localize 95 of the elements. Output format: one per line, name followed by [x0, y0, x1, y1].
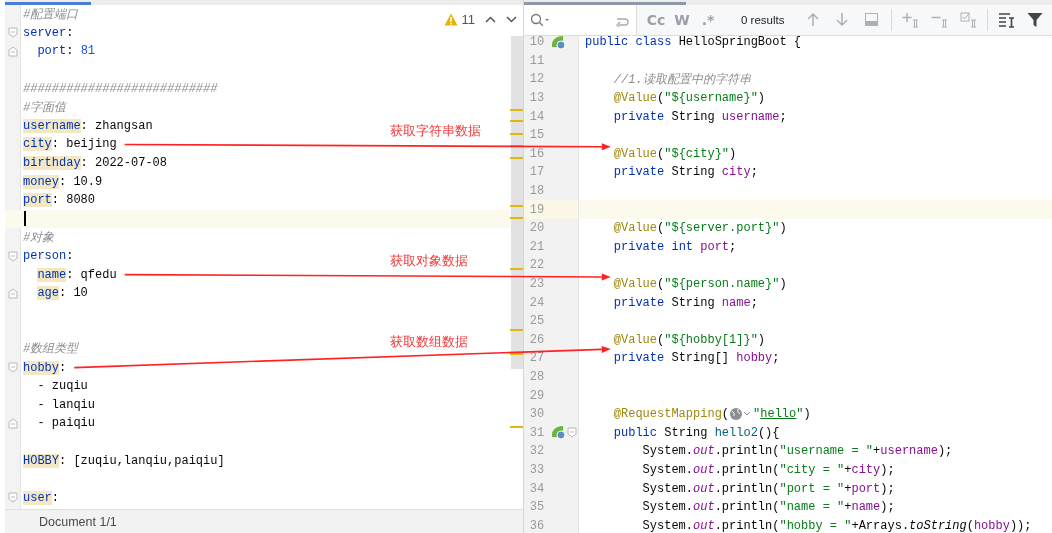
code-line: System.out.println("city = "+city); — [641, 462, 895, 477]
code-line: @Value("${person.name}") — [612, 277, 787, 291]
line-number: 34 — [528, 481, 545, 496]
chevron-up-icon[interactable] — [485, 16, 496, 23]
code-line: port: 81 — [36, 44, 96, 59]
warning-count[interactable]: 11 — [461, 12, 475, 27]
document-counter: Document 1/1 — [39, 514, 117, 529]
line-number: 35 — [528, 500, 545, 515]
search-option-toggle[interactable]: .* — [695, 12, 721, 28]
line-number: 23 — [528, 277, 545, 291]
code-line: #配置端口 — [22, 6, 79, 23]
annotation-label: 获取对象数据 — [390, 251, 468, 270]
search-field[interactable] — [524, 5, 637, 35]
code-line: public class HelloSpringBoot { — [584, 36, 802, 50]
select-all-icon[interactable] — [960, 12, 978, 28]
code-text: "hello") — [753, 407, 811, 422]
line-number: 33 — [528, 462, 545, 477]
code-line: server: — [22, 25, 74, 40]
fold-marker-icon[interactable] — [7, 27, 18, 39]
code-line: private String city; — [612, 165, 758, 180]
line-number: 32 — [528, 444, 545, 459]
code-line: port: 8080 — [22, 193, 96, 208]
code-text: @RequestMapping( — [612, 407, 730, 422]
warning-icon[interactable] — [443, 13, 458, 26]
line-number: 31 — [528, 425, 545, 440]
list-icon[interactable] — [998, 12, 1016, 28]
line-number: 25 — [528, 314, 545, 329]
line-number: 30 — [528, 407, 545, 422]
code-line: #对象 — [22, 229, 55, 246]
code-line: username: zhangsan — [22, 118, 153, 133]
add-selection-icon[interactable] — [902, 12, 920, 28]
chevron-down-icon[interactable] — [506, 16, 517, 23]
code-line: private String username; — [612, 109, 787, 124]
code-line: System.out.println("port = "+port); — [641, 481, 895, 496]
line-number: 21 — [528, 239, 545, 254]
code-line: user: — [22, 490, 59, 505]
line-number: 36 — [528, 518, 545, 533]
annotation-label: 获取数组数据 — [390, 332, 468, 351]
line-number: 13 — [528, 91, 545, 106]
code-line: //1.读取配置中的字符串 — [612, 72, 751, 88]
fold-marker-icon[interactable] — [7, 46, 18, 57]
code-line: private String name; — [612, 295, 758, 310]
line-number: 29 — [528, 388, 545, 403]
code-line: @Value("${server.port}") — [612, 221, 787, 236]
results-count: 0 results — [741, 14, 785, 26]
line-number: 20 — [528, 221, 545, 236]
line-number: 24 — [528, 295, 545, 310]
code-line: hobby: — [22, 360, 67, 375]
line-number: 19 — [528, 202, 545, 217]
code-line: person: — [22, 249, 74, 263]
filter-icon[interactable] — [1027, 12, 1045, 28]
code-line: @Value("${city}") — [612, 146, 737, 161]
code-line: private int port; — [612, 239, 737, 254]
fold-marker-icon[interactable] — [7, 287, 18, 299]
annotation-label: 获取字符串数据 — [390, 121, 481, 140]
code-line: - lanqiu — [36, 397, 95, 412]
code-line: - zuqiu — [36, 379, 88, 394]
code-line: money: 10.9 — [22, 174, 103, 189]
line-number: 22 — [528, 258, 545, 273]
line-number: 14 — [528, 109, 545, 124]
code-line: private String[] hobby; — [612, 351, 780, 366]
line-number: 18 — [528, 184, 545, 199]
line-number: 27 — [528, 351, 545, 366]
text-cursor — [24, 211, 26, 227]
fold-marker-icon[interactable] — [7, 492, 18, 504]
code-line: - paiqiu — [36, 416, 95, 431]
search-option-toggle[interactable]: W — [669, 12, 695, 28]
line-number: 26 — [528, 332, 545, 347]
line-number: 28 — [528, 370, 545, 384]
code-line: city: beijing — [22, 137, 117, 152]
code-line: System.out.println("hobby = "+Arrays.toString(hobby)); — [641, 518, 1032, 533]
code-line: @Value("${username}") — [612, 91, 766, 106]
code-line: HOBBY: [zuqiu,lanqiu,paiqiu] — [22, 453, 225, 468]
fold-marker-icon[interactable] — [7, 417, 18, 429]
code-line: System.out.println("username = "+username); — [641, 444, 953, 459]
code-line: #数组类型 — [22, 341, 79, 358]
code-line: age: 10 — [36, 286, 88, 301]
search-option-toggle[interactable]: Cc — [643, 12, 669, 28]
fold-marker-icon[interactable] — [7, 250, 18, 262]
code-line: #字面值 — [22, 99, 67, 116]
line-number: 12 — [528, 72, 545, 87]
line-number: 15 — [528, 128, 545, 143]
code-line: public String hello2(){ — [612, 425, 780, 440]
search-icon[interactable] — [530, 13, 550, 27]
code-line: ########################### — [22, 81, 218, 96]
code-line: @Value("${hobby[1]}") — [612, 332, 766, 347]
code-line: System.out.println("name = "+name); — [641, 500, 895, 515]
fold-marker-icon[interactable] — [7, 362, 18, 374]
code-line: birthday: 2022-07-08 — [22, 156, 168, 171]
fold-marker-icon[interactable] — [567, 427, 578, 439]
line-number: 10 — [528, 36, 545, 50]
line-number: 16 — [528, 146, 545, 161]
line-number: 17 — [528, 165, 545, 180]
line-number: 11 — [528, 53, 545, 68]
code-line: name: qfedu — [36, 267, 117, 282]
